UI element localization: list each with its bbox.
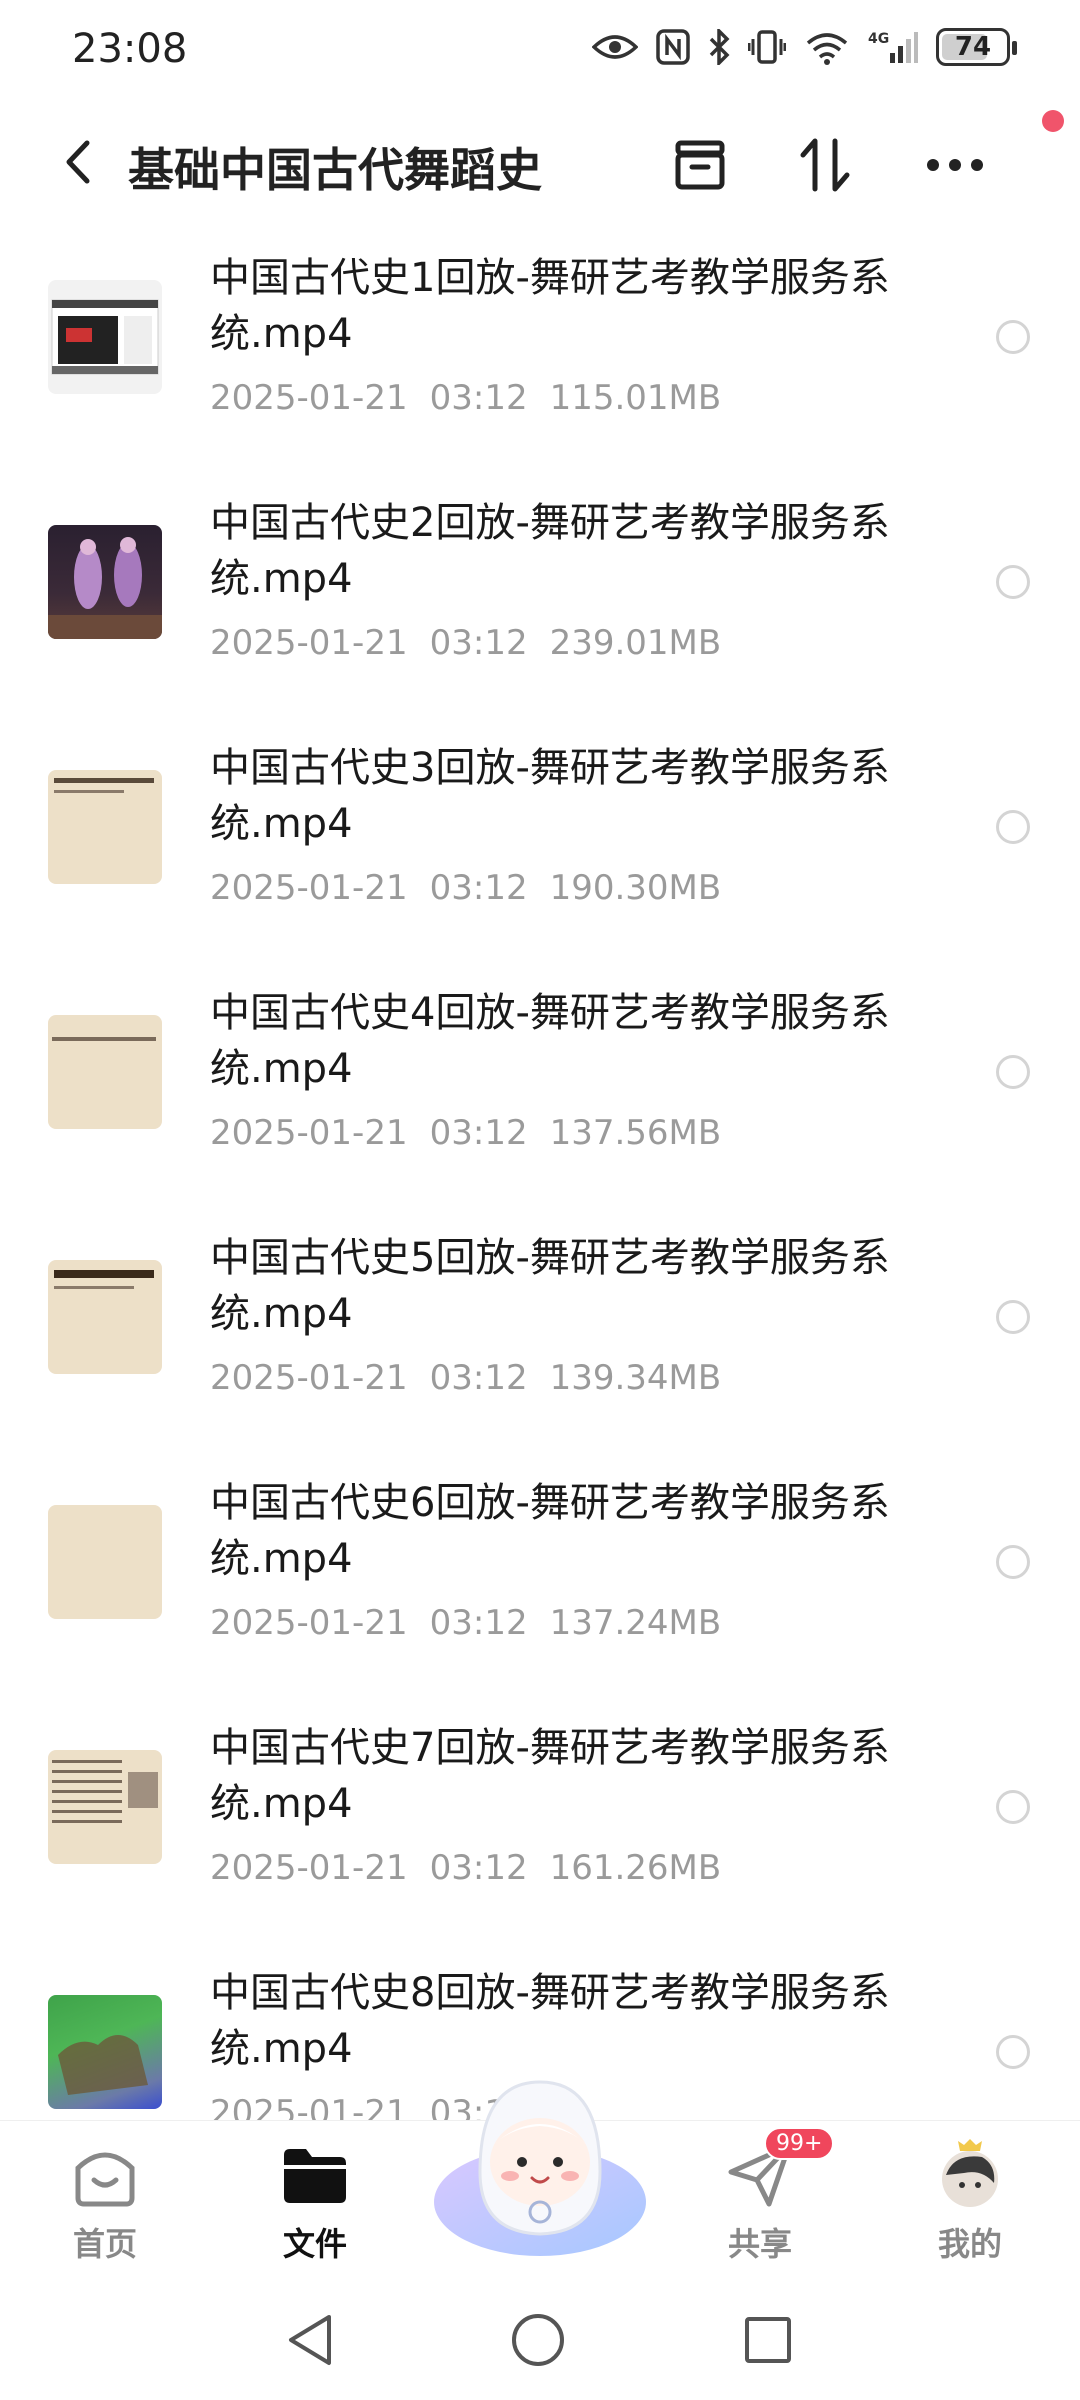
system-nav-bar [0,2280,1080,2400]
select-checkbox[interactable] [996,1300,1030,1334]
select-checkbox[interactable] [996,1545,1030,1579]
nav-home[interactable]: 首页 [35,2139,175,2265]
page-title: 基础中国古代舞蹈史 [128,143,542,197]
more-icon [927,159,983,171]
file-meta: 2025-01-21 03:12 239.01MB [210,623,722,663]
video-thumbnail [48,1995,162,2109]
battery-indicator: 74 [936,28,1017,66]
back-button[interactable] [48,132,108,192]
list-item[interactable]: 中国古代史4回放-舞研艺考教学服务系统.mp4 2025-01-21 03:12 1… [0,975,1080,1220]
home-icon [69,2139,141,2211]
bluetooth-icon [709,29,730,65]
file-name: 中国古代史4回放-舞研艺考教学服务系统.mp4 [210,990,890,1092]
list-item[interactable]: 中国古代史7回放-舞研艺考教学服务系统.mp4 2025-01-21 03:12 1… [0,1710,1080,1955]
file-meta: 2025-01-21 03:12 161.26MB [210,1848,722,1888]
file-name: 中国古代史1回放-舞研艺考教学服务系统.mp4 [210,255,890,357]
list-item[interactable]: 中国古代史2回放-舞研艺考教学服务系统.mp4 2025-01-21 03:12 2… [0,485,1080,730]
file-name: 中国古代史6回放-舞研艺考教学服务系统.mp4 [210,1480,890,1582]
avatar [934,2139,1006,2211]
system-recents-button[interactable] [738,2310,798,2370]
notification-dot [1042,110,1064,132]
select-checkbox[interactable] [996,1790,1030,1824]
video-thumbnail [48,525,162,639]
file-meta: 2025-01-21 03:12 137.56MB [210,1113,722,1153]
nav-mine[interactable]: 我的 [900,2139,1040,2265]
triangle-back-icon [289,2315,331,2365]
nav-share-label: 共享 [727,2225,792,2263]
video-thumbnail [48,1750,162,1864]
file-meta: 2025-01-21 03:12 190.30MB [210,868,722,908]
app-header: 基础中国古代舞蹈史 [0,110,1080,220]
more-button[interactable] [920,130,990,200]
vibrate-icon [748,30,786,64]
file-name: 中国古代史8回放-舞研艺考教学服务系统.mp4 [210,1970,890,2072]
file-meta: 2025-01-21 03:12 137.24MB [210,1603,722,1643]
sort-button[interactable] [790,130,860,200]
svg-text:4G: 4G [868,31,889,47]
wifi-icon [806,33,848,65]
file-name: 中国古代史2回放-舞研艺考教学服务系统.mp4 [210,500,890,602]
signal-icon: 4G [868,31,918,63]
video-thumbnail [48,770,162,884]
square-recents-icon [745,2317,791,2363]
archive-button[interactable] [665,130,735,200]
list-item[interactable]: 中国古代史1回放-舞研艺考教学服务系统.mp4 2025-01-21 03:12 1… [0,240,1080,485]
select-checkbox[interactable] [996,565,1030,599]
circle-home-icon [512,2314,564,2366]
file-meta: 2025-01-21 03:12 139.34MB [210,1358,722,1398]
status-bar: 23:08 4G 74 [0,0,1080,100]
nav-files[interactable]: 文件 [245,2139,385,2265]
select-checkbox[interactable] [996,320,1030,354]
back-icon [66,140,90,184]
nav-share[interactable]: 99+ 共享 [690,2127,835,2265]
system-home-button[interactable] [508,2310,568,2370]
select-checkbox[interactable] [996,2035,1030,2069]
folder-icon [279,2139,351,2211]
file-name: 中国古代史7回放-舞研艺考教学服务系统.mp4 [210,1725,890,1827]
file-list: 中国古代史1回放-舞研艺考教学服务系统.mp4 2025-01-21 03:12 1… [0,240,1080,2120]
video-thumbnail [48,1505,162,1619]
video-thumbnail [48,1260,162,1374]
share-badge: 99+ [764,2127,835,2160]
send-icon: 99+ [724,2127,835,2211]
file-meta: 2025-01-21 03:12 115.01MB [210,378,722,418]
archive-icon [675,140,725,190]
video-thumbnail [48,1015,162,1129]
file-name: 中国古代史3回放-舞研艺考教学服务系统.mp4 [210,745,890,847]
list-item[interactable]: 中国古代史3回放-舞研艺考教学服务系统.mp4 2025-01-21 03:12 1… [0,730,1080,975]
nav-mine-label: 我的 [937,2225,1002,2263]
video-thumbnail [48,280,162,394]
list-item[interactable]: 中国古代史5回放-舞研艺考教学服务系统.mp4 2025-01-21 03:12 1… [0,1220,1080,1465]
file-name: 中国古代史5回放-舞研艺考教学服务系统.mp4 [210,1235,890,1337]
nav-home-label: 首页 [72,2225,137,2263]
system-back-button[interactable] [280,2310,340,2370]
sort-icon [800,138,850,192]
assistant-mascot-button[interactable] [430,2062,650,2262]
nav-files-label: 文件 [282,2225,347,2263]
list-item[interactable]: 中国古代史6回放-舞研艺考教学服务系统.mp4 2025-01-21 03:12 1… [0,1465,1080,1710]
eye-icon [592,35,638,59]
select-checkbox[interactable] [996,1055,1030,1089]
clock: 23:08 [72,26,188,72]
status-icons: 4G 74 [592,28,1017,66]
select-checkbox[interactable] [996,810,1030,844]
nfc-icon [656,29,690,65]
